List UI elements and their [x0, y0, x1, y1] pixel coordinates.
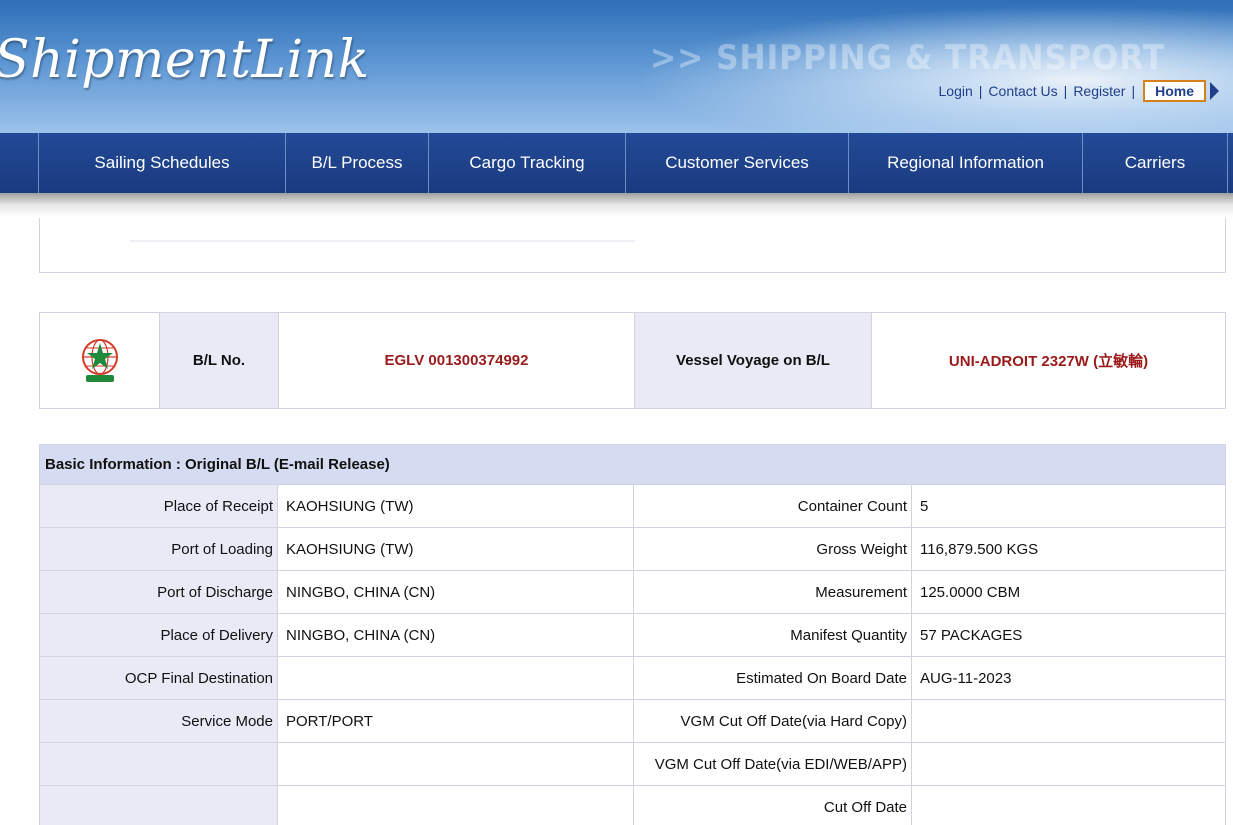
page: ShipmentLink >> SHIPPING & TRANSPORT Log… [0, 0, 1233, 825]
link-separator: | [978, 83, 983, 99]
service-mode-label: Service Mode [40, 700, 278, 742]
search-panel [39, 218, 1226, 273]
ocp-final-destination-value [278, 657, 634, 699]
measurement-label: Measurement [634, 571, 912, 613]
vessel-voyage-value: UNI-ADROIT 2327W (立敏輪) [948, 353, 1149, 370]
home-arrow-icon[interactable] [1210, 82, 1219, 100]
place-of-delivery-label: Place of Delivery [40, 614, 278, 656]
nav-shadow [0, 193, 1233, 217]
bl-no-label: B/L No. [160, 313, 279, 408]
empty-label [40, 743, 278, 785]
manifest-quantity-label: Manifest Quantity [634, 614, 912, 656]
panel-divider [130, 240, 635, 242]
basic-information-title: Basic Information : Original B/L (E-mail… [40, 445, 1225, 485]
gross-weight-label: Gross Weight [634, 528, 912, 570]
bl-summary: B/L No. EGLV 001300374992 Vessel Voyage … [39, 312, 1226, 409]
empty-value [278, 786, 634, 825]
main-nav: Sailing Schedules B/L Process Cargo Trac… [0, 133, 1233, 193]
vgm-cutoff-hardcopy-label: VGM Cut Off Date(via Hard Copy) [634, 700, 912, 742]
link-separator: | [1131, 83, 1136, 99]
table-row: Cut Off Date [40, 786, 1225, 825]
cut-off-date-value [912, 786, 1225, 825]
measurement-value: 125.0000 CBM [920, 583, 1021, 601]
table-row: Place of Receipt KAOHSIUNG (TW) Containe… [40, 485, 1225, 528]
nav-item-cargo-tracking[interactable]: Cargo Tracking [428, 133, 625, 193]
table-row: Port of Loading KAOHSIUNG (TW) Gross Wei… [40, 528, 1225, 571]
port-of-discharge-label: Port of Discharge [40, 571, 278, 613]
top-links: Login | Contact Us | Register | Home [939, 80, 1219, 102]
table-row: Place of Delivery NINGBO, CHINA (CN) Man… [40, 614, 1225, 657]
bl-no-value: EGLV 001300374992 [279, 313, 635, 408]
nav-item-regional-information[interactable]: Regional Information [848, 133, 1082, 193]
port-of-loading-label: Port of Loading [40, 528, 278, 570]
manifest-quantity-value: 57 PACKAGES [920, 626, 1023, 644]
banner-tagline: >> SHIPPING & TRANSPORT [650, 38, 1166, 78]
basic-information-table: Basic Information : Original B/L (E-mail… [39, 444, 1226, 825]
login-link[interactable]: Login [939, 83, 973, 99]
link-separator: | [1063, 83, 1068, 99]
estimated-on-board-date-label: Estimated On Board Date [634, 657, 912, 699]
table-row: Service Mode PORT/PORT VGM Cut Off Date(… [40, 700, 1225, 743]
home-button[interactable]: Home [1143, 80, 1206, 102]
port-of-loading-value: KAOHSIUNG (TW) [278, 528, 634, 570]
site-logo[interactable]: ShipmentLink [0, 30, 370, 90]
place-of-receipt-label: Place of Receipt [40, 485, 278, 527]
nav-item-customer-services[interactable]: Customer Services [625, 133, 848, 193]
carrier-logo-cell [40, 313, 160, 408]
estimated-on-board-date-value: AUG-11-2023 [920, 669, 1012, 687]
table-row: VGM Cut Off Date(via EDI/WEB/APP) [40, 743, 1225, 786]
vgm-cutoff-edi-label: VGM Cut Off Date(via EDI/WEB/APP) [634, 743, 912, 785]
container-count-value: 5 [920, 497, 929, 515]
empty-value [278, 743, 634, 785]
place-of-receipt-value: KAOHSIUNG (TW) [278, 485, 634, 527]
cut-off-date-label: Cut Off Date [634, 786, 912, 825]
gross-weight-value: 116,879.500 KGS [920, 540, 1039, 558]
nav-item-bl-process[interactable]: B/L Process [285, 133, 428, 193]
ocp-final-destination-label: OCP Final Destination [40, 657, 278, 699]
header-banner: ShipmentLink >> SHIPPING & TRANSPORT Log… [0, 0, 1233, 133]
vgm-cutoff-hardcopy-value [912, 700, 1225, 742]
vgm-cutoff-edi-value [912, 743, 1225, 785]
empty-label [40, 786, 278, 825]
evergreen-globe-logo-icon [81, 338, 118, 382]
table-row: Port of Discharge NINGBO, CHINA (CN) Mea… [40, 571, 1225, 614]
place-of-delivery-value: NINGBO, CHINA (CN) [278, 614, 634, 656]
contact-us-link[interactable]: Contact Us [988, 83, 1057, 99]
nav-item-sailing-schedules[interactable]: Sailing Schedules [38, 133, 285, 193]
service-mode-value: PORT/PORT [278, 700, 634, 742]
vessel-voyage-label: Vessel Voyage on B/L [635, 313, 872, 408]
table-row: OCP Final Destination Estimated On Board… [40, 657, 1225, 700]
container-count-label: Container Count [634, 485, 912, 527]
nav-item-carriers[interactable]: Carriers [1082, 133, 1228, 193]
register-link[interactable]: Register [1073, 83, 1125, 99]
port-of-discharge-value: NINGBO, CHINA (CN) [278, 571, 634, 613]
